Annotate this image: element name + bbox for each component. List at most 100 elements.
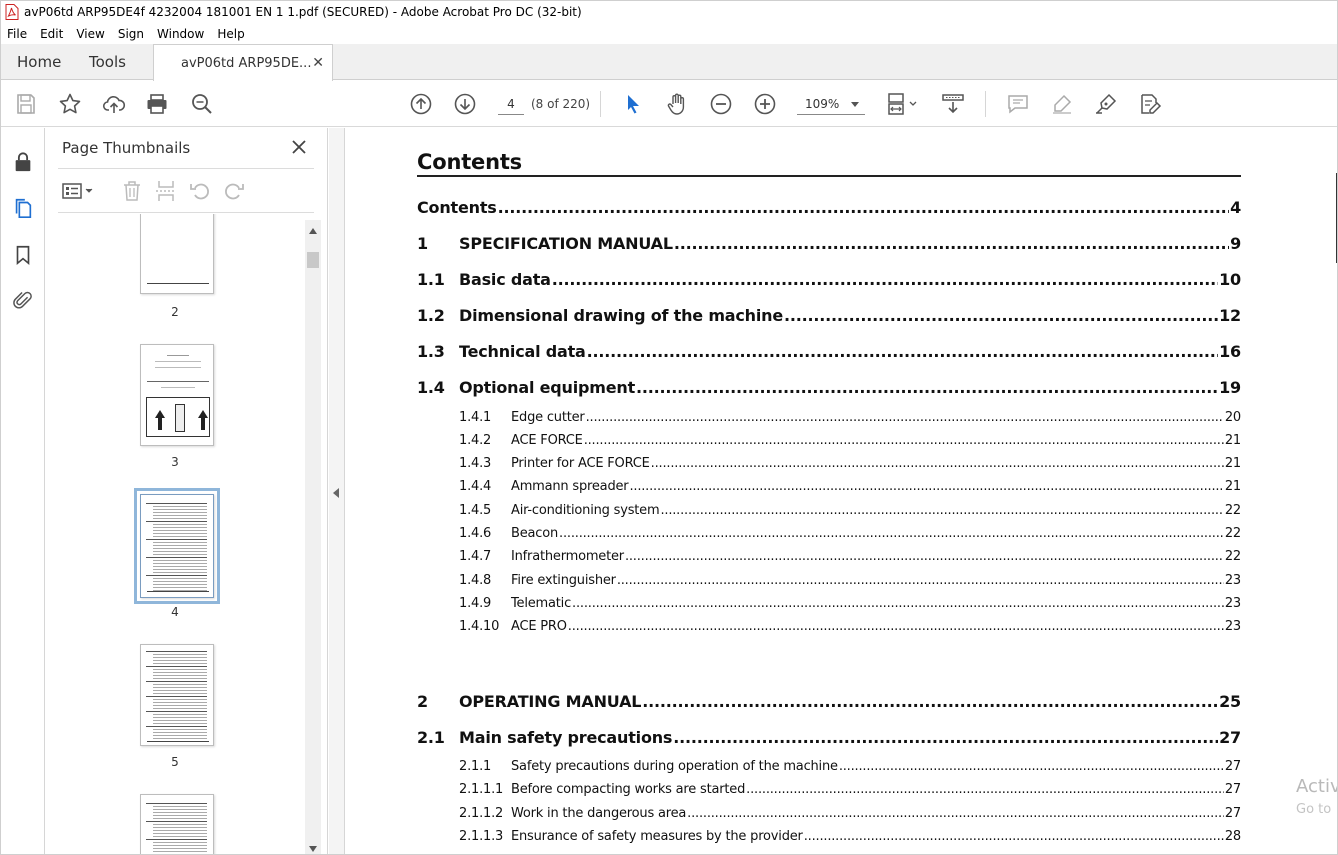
menu-help[interactable]: Help [217,27,244,41]
menu-file[interactable]: File [7,27,27,41]
sign-button[interactable] [1093,91,1119,117]
toc-title: Basic data [459,270,551,289]
thumbnail-page[interactable] [140,644,214,746]
previous-page-button[interactable] [408,91,434,117]
thumbnail-line [153,548,207,549]
toc-entry[interactable]: 2.1.1.1 Before compacting works are start… [459,782,1241,797]
rotate-left-button[interactable] [188,179,212,203]
toc-entry[interactable]: 1.1 Basic data 10 [417,270,1241,289]
toc-entry[interactable]: 1.4.10 ACE PRO 23 [459,619,1241,634]
toc-entry[interactable]: 1.4.2 ACE FORCE 21 [459,433,1241,448]
toc-title: Infrathermometer [511,549,624,564]
rotate-cw-icon [225,183,244,200]
menu-window[interactable]: Window [157,27,204,41]
thumbnail-line [161,387,195,388]
comment-button[interactable] [1005,91,1031,117]
zoom-out-button[interactable] [708,91,734,117]
thumbnail-line [146,539,207,540]
scroll-mode-button[interactable] [940,91,966,117]
toc-entry[interactable]: 2.1.1.2 Work in the dangerous area 27 [459,806,1241,821]
thumbnail-line [153,566,207,567]
scrollbar-thumb[interactable] [307,252,319,268]
thumbnail-options-button[interactable] [60,179,96,203]
toc-page-number: 21 [1224,433,1241,448]
fill-sign-button[interactable] [1137,91,1163,117]
save-button[interactable] [13,91,39,117]
page-thumbnails-panel: Page Thumbnails 2 3 4 5 [46,128,328,854]
menu-edit[interactable]: Edit [40,27,63,41]
security-button[interactable] [11,150,35,174]
toc-entry[interactable]: 1.4.6 Beacon 22 [459,526,1241,541]
toc-entry[interactable]: 1.4.8 Fire extinguisher 23 [459,573,1241,588]
toc-leader-dots [746,782,1224,797]
toc-number: 2.1.1.2 [459,806,504,821]
thumbnail-line [153,720,207,721]
toc-page-number: 21 [1224,456,1241,471]
attachments-button[interactable] [11,288,35,312]
arrow-shaft [201,418,205,430]
toc-entry[interactable]: 1.2 Dimensional drawing of the machine 12 [417,306,1241,325]
document-view[interactable]: Contents Contents 4 1 SPECIFICATION MANUAL 9… [346,128,1337,854]
upload-button[interactable] [101,91,127,117]
printer-icon [147,94,167,114]
select-tool-button[interactable] [620,91,646,117]
thumbnail-line [153,560,207,561]
thumbnail-line [153,551,207,552]
toc-entry[interactable]: 1 SPECIFICATION MANUAL 9 [417,234,1241,253]
scroll-down-icon[interactable] [309,846,317,852]
toc-page-number: 23 [1224,596,1241,611]
toc-entry[interactable]: 1.4.4 Ammann spreader 21 [459,479,1241,494]
highlight-button[interactable] [1049,91,1075,117]
zoom-in-button[interactable] [752,91,778,117]
page-fit-button[interactable] [884,91,920,117]
toc-number: 1.4.1 [459,410,492,425]
thumbnail-line [153,708,207,709]
page-number-input[interactable] [498,93,524,115]
print-button[interactable] [144,91,170,117]
menu-view[interactable]: View [76,27,104,41]
split-page-button[interactable] [154,179,178,203]
toc-entry[interactable]: 2.1 Main safety precautions 27 [417,728,1241,747]
toc-entry[interactable]: Contents 4 [417,198,1241,217]
hand-tool-button[interactable] [664,91,690,117]
bookmark-star-button[interactable] [57,91,83,117]
bookmarks-button[interactable] [11,243,35,267]
toc-entry[interactable]: 2.1.1 Safety precautions during operation… [459,759,1241,774]
close-icon[interactable] [290,138,308,156]
thumbnail-page[interactable] [140,344,214,446]
scroll-up-icon[interactable] [309,228,317,234]
rotate-right-button[interactable] [222,179,246,203]
toc-entry[interactable]: 1.4.7 Infrathermometer 22 [459,549,1241,564]
toc-entry[interactable]: 1.4.5 Air-conditioning system 22 [459,503,1241,518]
tab-tools[interactable]: Tools [89,44,126,80]
toc-entry[interactable]: 2 OPERATING MANUAL 25 [417,692,1241,711]
thumbnail-page-selected[interactable] [134,488,220,604]
thumbnail-line [146,681,207,682]
toc-entry[interactable]: 1.4.3 Printer for ACE FORCE 21 [459,456,1241,471]
toc-entry[interactable]: 1.4 Optional equipment 19 [417,378,1241,397]
toc-leader-dots [784,306,1218,325]
toc-entry[interactable]: 1.3 Technical data 16 [417,342,1241,361]
toc-entry[interactable]: 1.4.1 Edge cutter 20 [459,410,1241,425]
next-page-button[interactable] [452,91,478,117]
chevron-down-icon [851,102,859,107]
tab-document[interactable]: avP06td ARP95DE... ✕ [153,44,333,81]
delete-page-button[interactable] [120,179,144,203]
toc-entry[interactable]: 1.4.9 Telematic 23 [459,596,1241,611]
toc-leader-dots [625,549,1224,564]
thumbnail-page[interactable] [140,794,214,854]
thumbnail-line [153,836,207,837]
thumbnail-line [146,521,207,522]
menu-sign[interactable]: Sign [118,27,144,41]
thumbnail-scrollbar[interactable] [305,220,321,854]
search-button[interactable] [189,91,215,117]
page-thumbnails-button[interactable] [11,196,35,220]
toc-title: ACE FORCE [511,433,583,448]
toc-title: Beacon [511,526,559,541]
close-tab-icon[interactable]: ✕ [312,55,324,71]
panel-collapse-handle[interactable] [329,128,345,854]
thumbnail-page[interactable] [140,214,214,294]
zoom-level-select[interactable]: 109% [797,93,865,115]
tab-home[interactable]: Home [17,44,61,80]
toc-entry[interactable]: 2.1.1.3 Ensurance of safety measures by t… [459,829,1241,844]
